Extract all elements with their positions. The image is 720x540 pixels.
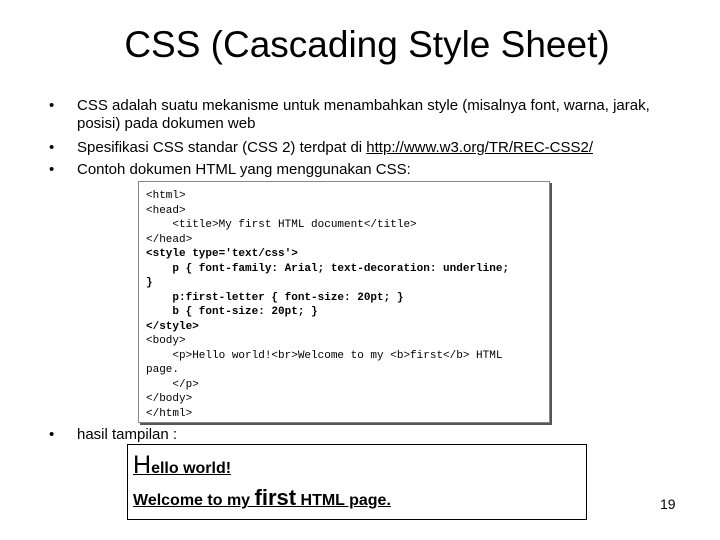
bullet-example-intro: Contoh dokumen HTML yang menggunakan CSS…	[77, 161, 411, 178]
bullet-marker: •	[49, 139, 55, 156]
code-line: <p>Hello world!<br>Welcome to my <b>firs…	[146, 349, 503, 362]
bullet-result-label: hasil tampilan :	[77, 426, 178, 443]
code-line: <style type='text/css'>	[146, 248, 298, 260]
rendered-result-box: Hello world! Welcome to my first HTML pa…	[127, 444, 587, 520]
code-line: </p>	[146, 378, 199, 391]
result-hello-line: Hello world!	[133, 451, 231, 480]
code-listing: <html> <head> <title>My first HTML docum…	[146, 189, 549, 421]
bullet-css-spec: Spesifikasi CSS standar (CSS 2) terdpat …	[77, 139, 677, 157]
code-line: <title>My first HTML document</title>	[146, 219, 417, 231]
code-line: </head>	[146, 233, 193, 246]
code-line: page.	[146, 364, 180, 376]
code-line: <body>	[146, 335, 186, 347]
code-line: p { font-family: Arial; text-decoration:…	[146, 262, 510, 275]
bullet-marker: •	[49, 161, 55, 178]
code-line: }	[146, 277, 153, 289]
code-line: p:first-letter { font-size: 20pt; }	[146, 291, 404, 304]
result-welcome-text: Welcome to my	[133, 492, 255, 509]
code-line: </style>	[146, 320, 199, 333]
page-number: 19	[660, 496, 676, 512]
bullet-marker: •	[49, 426, 55, 443]
result-first-letter: H	[133, 451, 152, 479]
css2-spec-link[interactable]: http://www.w3.org/TR/REC-CSS2/	[366, 139, 593, 156]
code-example-box: <html> <head> <title>My first HTML docum…	[138, 181, 550, 423]
bullet-css-definition: CSS adalah suatu mekanisme untuk menamba…	[77, 97, 650, 132]
code-line: </html>	[146, 407, 193, 420]
result-bold-word: first	[254, 485, 297, 510]
slide-title: CSS (Cascading Style Sheet)	[124, 24, 610, 65]
result-welcome-line: Welcome to my first HTML page.	[133, 485, 391, 511]
result-welcome-end: HTML page.	[296, 492, 391, 509]
code-line: <html>	[146, 190, 186, 202]
bullet-marker: •	[49, 97, 55, 114]
bullet-css-spec-text: Spesifikasi CSS standar (CSS 2) terdpat …	[77, 139, 367, 156]
code-line: <head>	[146, 204, 186, 217]
code-line: </body>	[146, 393, 193, 405]
code-line: b { font-size: 20pt; }	[146, 306, 318, 318]
result-hello-rest: ello world!	[151, 460, 232, 477]
